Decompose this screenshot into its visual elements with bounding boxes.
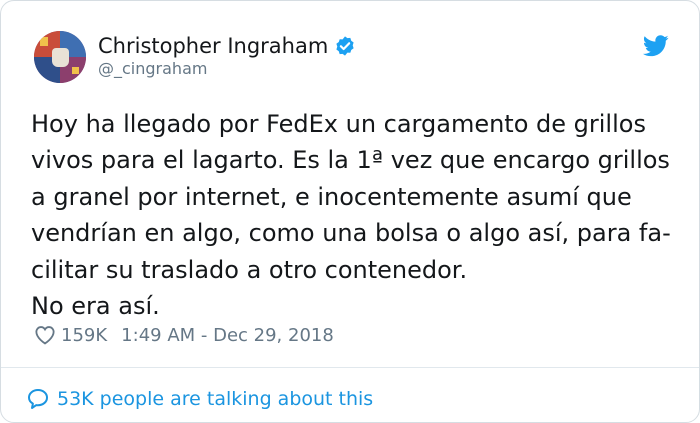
conversation-link-label[interactable]: 53K people are talking about this <box>57 388 373 410</box>
avatar-accent <box>72 67 79 74</box>
verified-badge-icon <box>336 36 354 56</box>
tweet-text-line: Hoy ha llegado por FedEx un cargamento d… <box>31 110 646 138</box>
speech-bubble-icon <box>28 389 48 409</box>
tweet-meta: 159K 1:49 AM - Dec 29, 2018 <box>34 322 334 348</box>
like-count[interactable]: 159K <box>61 325 107 346</box>
author-name[interactable]: Christopher Ingraham <box>98 34 328 58</box>
tweet-text-line: a granel por internet, e inocentemente a… <box>31 182 632 211</box>
tweet-timestamp[interactable]: 1:49 AM - Dec 29, 2018 <box>121 325 334 346</box>
tweet-text-line: cilitar su traslado a otro contenedor. <box>31 255 468 284</box>
twitter-bird-icon[interactable] <box>643 35 669 57</box>
tweet-card: Christopher Ingraham @_cingraham Hoy ha … <box>0 0 700 423</box>
avatar-accent <box>40 37 48 46</box>
tweet-text-line: vendrían en algo, como una bolsa o algo … <box>31 219 671 248</box>
divider <box>1 367 699 368</box>
conversation-link[interactable]: 53K people are talking about this <box>26 385 373 413</box>
author-name-row[interactable]: Christopher Ingraham <box>98 32 356 60</box>
tweet-text-line: vivos para el lagarto. Es la 1ª vez que … <box>31 146 670 175</box>
tweet-text: Hoy ha llegado por FedEx un cargamento d… <box>31 106 681 324</box>
heart-icon[interactable] <box>34 325 56 345</box>
avatar[interactable] <box>34 31 86 83</box>
avatar-figure <box>52 48 69 67</box>
tweet-text-line: No era así. <box>31 292 160 321</box>
author-handle[interactable]: @_cingraham <box>98 59 207 78</box>
